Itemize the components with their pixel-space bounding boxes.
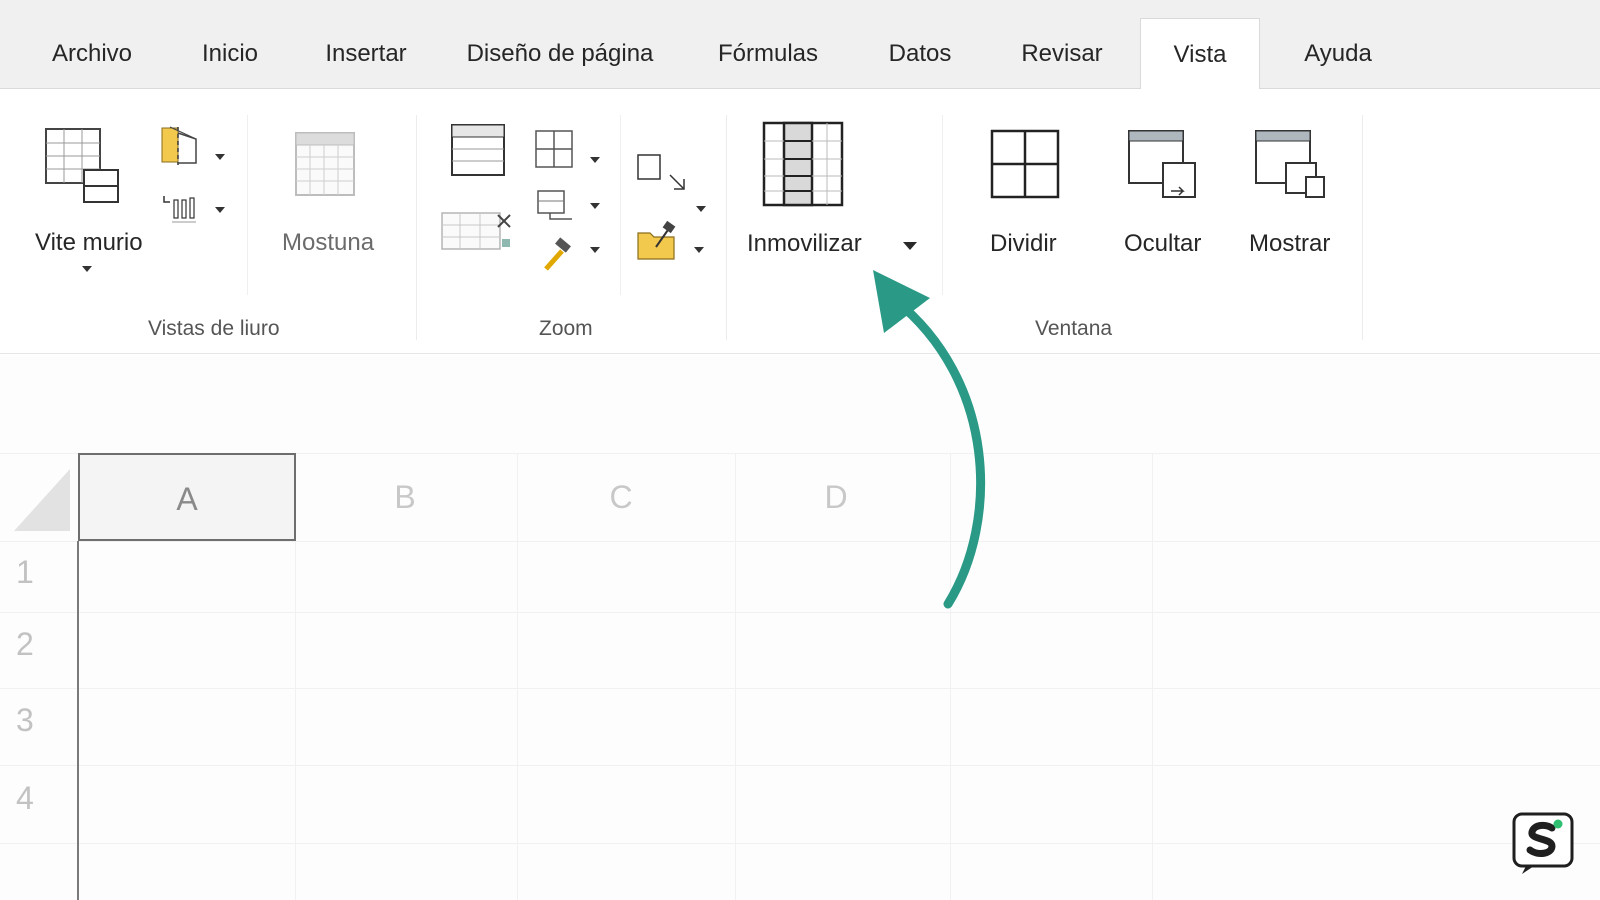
tab-datos[interactable]: Datos [866, 18, 974, 90]
gridline [0, 541, 1600, 542]
row-header-4[interactable]: 4 [16, 780, 56, 817]
chevron-down-icon[interactable] [694, 247, 704, 253]
row-header-2[interactable]: 2 [16, 626, 56, 663]
chevron-down-icon[interactable] [903, 242, 917, 250]
tab-archivo[interactable]: Archivo [30, 18, 154, 90]
gridlines-icon [295, 132, 355, 196]
unhide-window-icon [1255, 130, 1325, 198]
gridline [1152, 453, 1153, 900]
tab-insertar[interactable]: Insertar [304, 18, 428, 90]
new-window-icon[interactable] [636, 153, 690, 193]
normal-view-label: Vite murio [35, 229, 143, 256]
group-label-zoom: Zoom [539, 317, 593, 340]
column-header-a[interactable]: A [78, 453, 296, 541]
zoom-fit-icon[interactable] [440, 209, 516, 253]
tab-ayuda[interactable]: Ayuda [1282, 18, 1394, 90]
chevron-down-icon[interactable] [590, 247, 600, 253]
group-label-vistas-libro: Vistas de liuro [148, 317, 280, 340]
tab-formulas[interactable]: Fórmulas [700, 18, 836, 90]
worksheet: A B C D 1 2 3 4 [0, 355, 1600, 900]
freeze-panes-label: Inmovilizar [747, 230, 862, 257]
zoom-selection-icon[interactable] [536, 189, 574, 221]
row-header-1[interactable]: 1 [16, 554, 56, 591]
freeze-panes-icon [762, 121, 844, 207]
chevron-down-icon[interactable] [215, 207, 225, 213]
chevron-down-icon[interactable] [696, 206, 706, 212]
ribbon-tab-bar: Archivo Inicio Insertar Diseño de página… [0, 0, 1600, 90]
tab-diseno-pagina[interactable]: Diseño de página [452, 18, 668, 90]
chevron-down-icon[interactable] [82, 266, 92, 272]
group-separator [726, 115, 727, 340]
chevron-down-icon[interactable] [215, 154, 225, 160]
group-separator [416, 115, 417, 340]
gridline [0, 765, 1600, 766]
zoom-icon[interactable] [450, 123, 506, 177]
group-label-ventana: Ventana [1035, 317, 1113, 340]
brand-logo-icon [1512, 812, 1574, 874]
split-label: Dividir [990, 230, 1057, 257]
select-all-corner[interactable] [14, 469, 70, 531]
ribbon: Vite murio Mostuna Vistas de liuro Zoom … [0, 89, 1600, 354]
column-header-c[interactable]: C [514, 453, 728, 541]
gridline [0, 612, 1600, 613]
hide-label: Ocultar [1124, 230, 1202, 257]
unhide-label: Mostrar [1249, 230, 1331, 257]
arrange-all-icon[interactable] [636, 221, 678, 261]
separator [942, 115, 943, 295]
split-icon [990, 129, 1060, 199]
tab-revisar[interactable]: Revisar [1004, 18, 1120, 90]
hide-window-icon [1128, 130, 1196, 198]
column-a-border [77, 541, 79, 900]
gridline [0, 688, 1600, 689]
page-break-preview-icon[interactable] [160, 125, 200, 167]
hammer-icon[interactable] [540, 237, 574, 273]
tab-inicio[interactable]: Inicio [178, 18, 282, 90]
gridline [0, 843, 1600, 844]
row-header-3[interactable]: 3 [16, 702, 56, 739]
show-label: Mostuna [282, 229, 375, 256]
grid-100-icon[interactable] [534, 129, 574, 169]
separator [620, 115, 621, 295]
column-header-b[interactable]: B [296, 453, 514, 541]
gridline [950, 453, 951, 900]
separator [247, 115, 248, 295]
chevron-down-icon[interactable] [590, 157, 600, 163]
tab-vista[interactable]: Vista [1140, 18, 1260, 90]
column-header-d[interactable]: D [728, 453, 944, 541]
normal-view-icon [45, 128, 119, 203]
group-separator [1362, 115, 1363, 340]
page-layout-icon[interactable] [160, 194, 200, 226]
chevron-down-icon[interactable] [590, 203, 600, 209]
